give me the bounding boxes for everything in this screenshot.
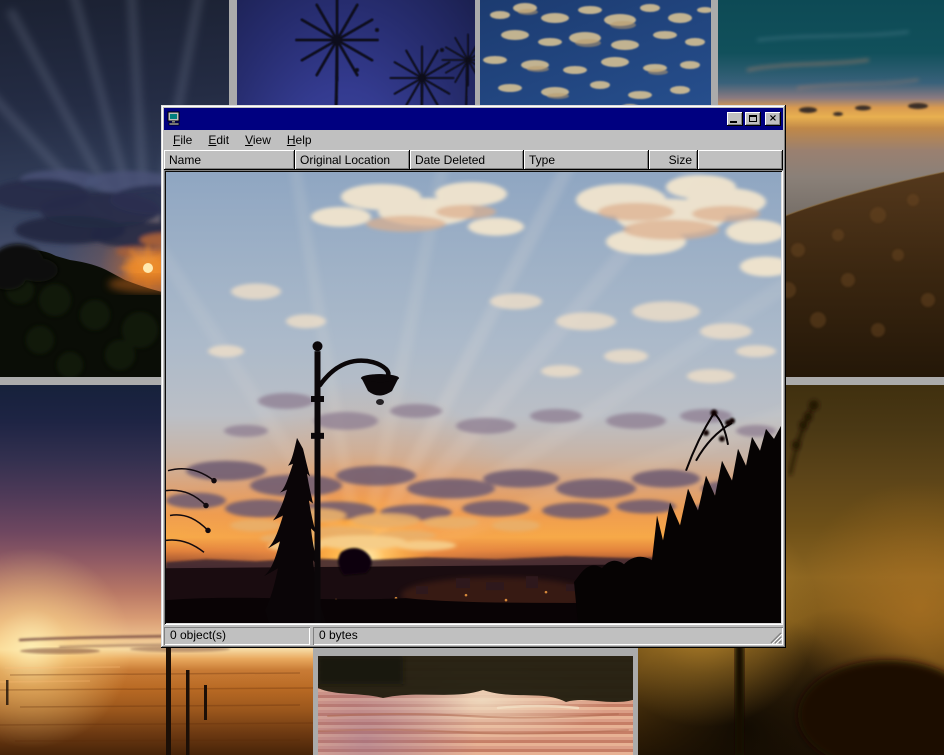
maximize-button[interactable] (745, 112, 761, 126)
column-header-type[interactable]: Type (524, 150, 649, 170)
computer-icon (166, 111, 182, 127)
close-button[interactable]: × (765, 112, 781, 126)
water-poles (6, 648, 207, 755)
minimize-button[interactable] (727, 112, 743, 126)
title-bar[interactable]: × (164, 108, 783, 130)
status-size: 0 bytes (313, 627, 783, 645)
desktop: × File Edit View Help Name Original Loca… (0, 0, 944, 755)
minimize-icon (730, 121, 737, 123)
sunset-lamp-art (166, 172, 781, 623)
menu-bar: File Edit View Help (164, 130, 783, 150)
left-shrub (166, 469, 216, 553)
menu-edit[interactable]: Edit (200, 131, 237, 149)
column-header-filler[interactable] (698, 150, 783, 170)
column-header-name[interactable]: Name (164, 150, 295, 170)
menu-help[interactable]: Help (279, 131, 320, 149)
menu-file[interactable]: File (165, 131, 200, 149)
status-object-count: 0 object(s) (164, 627, 310, 645)
column-header-date-deleted[interactable]: Date Deleted (410, 150, 524, 170)
list-view-area (164, 170, 783, 625)
right-trees (574, 409, 781, 623)
maximize-icon (749, 115, 757, 122)
recycle-bin-window: × File Edit View Help Name Original Loca… (161, 105, 786, 648)
column-header-size[interactable]: Size (649, 150, 698, 170)
status-bar: 0 object(s) 0 bytes (164, 627, 783, 645)
wallpaper-tile-pink-reflection (318, 656, 633, 755)
pink-reflection-art (318, 656, 633, 755)
column-headers: Name Original Location Date Deleted Type… (164, 150, 783, 170)
menu-view[interactable]: View (237, 131, 279, 149)
column-header-original-location[interactable]: Original Location (295, 150, 410, 170)
sunset-lamp-photo (166, 172, 781, 623)
close-icon: × (769, 114, 777, 124)
resize-grip[interactable] (769, 631, 782, 644)
